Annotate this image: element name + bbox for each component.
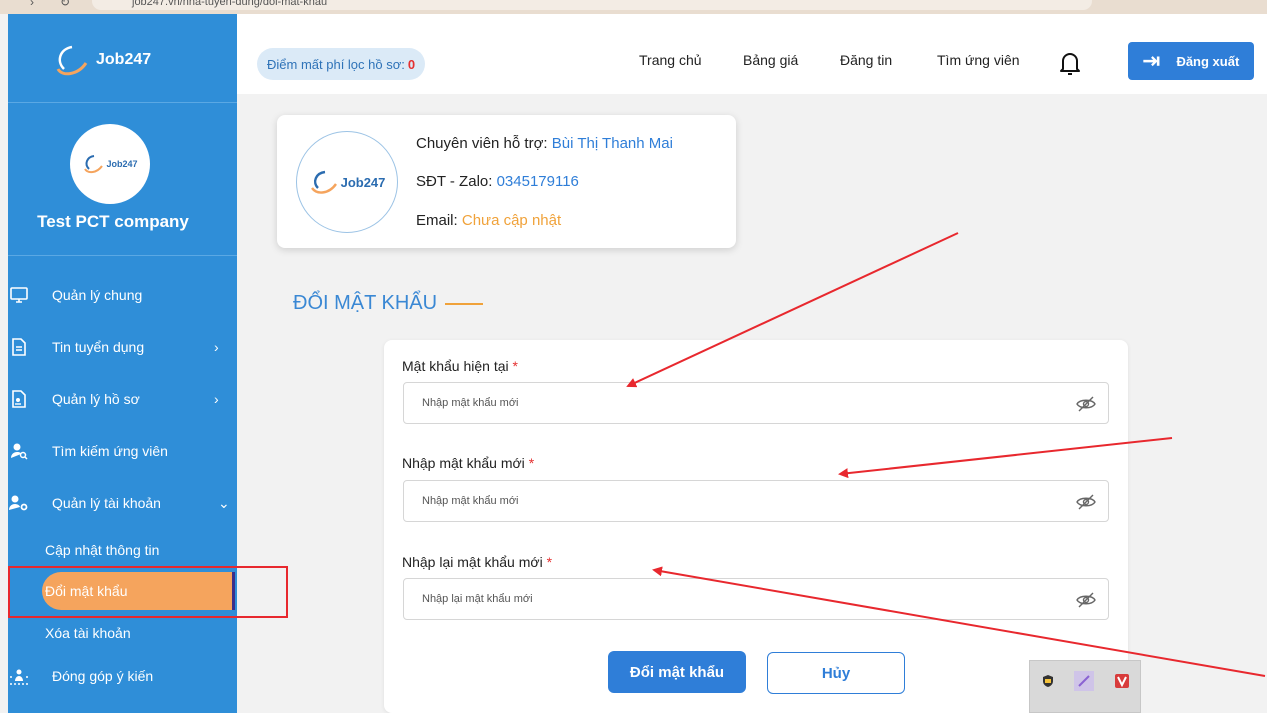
current-password-input[interactable]: Nhập mật khẩu mới bbox=[403, 382, 1109, 424]
divider bbox=[8, 255, 237, 256]
support-avatar: Job247 bbox=[296, 131, 398, 233]
confirm-password-input[interactable]: Nhập lại mật khẩu mới bbox=[403, 578, 1109, 620]
vivaldi-icon[interactable] bbox=[1112, 671, 1132, 691]
logo-swoosh-icon bbox=[84, 155, 104, 174]
divider bbox=[8, 102, 237, 103]
support-avatar-logo-text: Job247 bbox=[340, 174, 386, 190]
subitem-label: Xóa tài khoản bbox=[45, 625, 131, 641]
sidebar-subitem-delete-account[interactable]: Xóa tài khoản bbox=[45, 615, 237, 651]
page-title-text: ĐỔI MẬT KHẨU bbox=[293, 292, 438, 314]
input-placeholder: Nhập lại mật khẩu mới bbox=[422, 593, 533, 605]
annotation-highlight-box bbox=[8, 566, 288, 618]
logout-icon: ⇥ bbox=[1142, 48, 1161, 73]
sidebar-subitem-update-info[interactable]: Cập nhật thông tin bbox=[45, 532, 237, 568]
feather-icon[interactable] bbox=[1074, 671, 1094, 691]
nav-find-candidates[interactable]: Tìm ứng viên bbox=[937, 52, 1020, 68]
security-shield-icon[interactable] bbox=[1038, 671, 1058, 691]
address-bar[interactable]: job247.vn/nha-tuyen-dung/doi-mat-khau bbox=[92, 0, 1092, 10]
required-mark: * bbox=[528, 455, 535, 471]
resume-icon bbox=[8, 388, 30, 410]
sidebar-item-account[interactable]: Quản lý tài khoản ⌄ bbox=[8, 483, 237, 523]
browser-toolbar: › ↻ job247.vn/nha-tuyen-dung/doi-mat-kha… bbox=[0, 0, 1267, 14]
points-label: Điểm mất phí lọc hồ sơ: bbox=[267, 56, 405, 72]
phone-line: SĐT - Zalo: 0345179116 bbox=[416, 173, 579, 190]
new-password-label: Nhập mật khẩu mới * bbox=[402, 455, 534, 471]
page-title: ĐỔI MẬT KHẨU bbox=[293, 292, 484, 315]
sidebar-item-resumes[interactable]: Quản lý hồ sơ › bbox=[8, 379, 237, 419]
email-label: Email: bbox=[416, 212, 458, 229]
sidebar-item-feedback[interactable]: Đóng góp ý kiến bbox=[8, 656, 237, 696]
nav-home[interactable]: Trang chủ bbox=[639, 52, 702, 68]
specialist-name: Bùi Thị Thanh Mai bbox=[551, 135, 673, 152]
nav-pricing[interactable]: Bảng giá bbox=[743, 52, 798, 68]
confirm-password-label: Nhập lại mật khẩu mới * bbox=[402, 554, 552, 570]
company-avatar: Job247 bbox=[70, 124, 150, 204]
title-underline bbox=[445, 302, 484, 305]
specialist-line: Chuyên viên hỗ trợ: Bùi Thị Thanh Mai bbox=[416, 135, 673, 152]
support-card: Job247 Chuyên viên hỗ trợ: Bùi Thị Thanh… bbox=[277, 115, 736, 248]
avatar-logo-text: Job247 bbox=[106, 159, 138, 169]
eye-slash-icon[interactable] bbox=[1076, 591, 1096, 609]
company-name: Test PCT company bbox=[37, 212, 189, 231]
phone-label: SĐT - Zalo: bbox=[416, 173, 493, 190]
field-label-text: Nhập lại mật khẩu mới bbox=[402, 554, 543, 570]
nav-post-job[interactable]: Đăng tin bbox=[840, 52, 892, 68]
logo-text: Job247 bbox=[96, 51, 152, 68]
chevron-right-icon: › bbox=[214, 391, 219, 407]
logout-button[interactable]: ⇥ Đăng xuất bbox=[1128, 42, 1254, 80]
cancel-button[interactable]: Hủy bbox=[767, 652, 905, 694]
logo-swoosh-icon bbox=[310, 170, 337, 194]
sidebar-item-label: Tìm kiếm ứng viên bbox=[52, 443, 168, 459]
field-label-text: Nhập mật khẩu mới bbox=[402, 455, 525, 471]
field-label-text: Mật khẩu hiện tại bbox=[402, 358, 509, 374]
top-header: Điểm mất phí lọc hồ sơ: 0 Trang chủ Bảng… bbox=[237, 14, 1267, 94]
chevron-right-icon: › bbox=[214, 339, 219, 355]
input-placeholder: Nhập mật khẩu mới bbox=[422, 495, 519, 507]
monitor-icon bbox=[8, 284, 30, 306]
sidebar-item-overview[interactable]: Quản lý chung bbox=[8, 275, 237, 315]
system-tray-popup bbox=[1029, 660, 1141, 713]
sidebar-item-label: Đóng góp ý kiến bbox=[52, 668, 154, 684]
sidebar-item-search-candidates[interactable]: Tìm kiếm ứng viên bbox=[8, 431, 237, 471]
forward-icon[interactable]: › bbox=[30, 0, 34, 9]
points-badge: Điểm mất phí lọc hồ sơ: 0 bbox=[257, 48, 426, 80]
logout-label: Đăng xuất bbox=[1176, 53, 1240, 69]
reload-icon[interactable]: ↻ bbox=[60, 0, 70, 9]
sidebar-item-label: Quản lý tài khoản bbox=[52, 495, 161, 511]
required-mark: * bbox=[512, 358, 518, 374]
bell-icon[interactable] bbox=[1059, 50, 1081, 76]
specialist-label: Chuyên viên hỗ trợ: bbox=[416, 135, 548, 152]
user-gear-icon bbox=[8, 492, 30, 514]
email-line: Email: Chưa cập nhật bbox=[416, 212, 561, 229]
sidebar-item-jobs[interactable]: Tin tuyển dụng › bbox=[8, 327, 237, 367]
document-icon bbox=[8, 336, 30, 358]
input-placeholder: Nhập mật khẩu mới bbox=[422, 397, 519, 409]
feedback-icon bbox=[8, 665, 30, 687]
sidebar-item-label: Tin tuyển dụng bbox=[52, 339, 145, 355]
sidebar-item-label: Quản lý chung bbox=[52, 287, 143, 303]
eye-slash-icon[interactable] bbox=[1076, 493, 1096, 511]
current-password-label: Mật khẩu hiện tại * bbox=[402, 358, 518, 374]
chevron-down-icon: ⌄ bbox=[218, 494, 230, 511]
change-password-form: Mật khẩu hiện tại * Nhập mật khẩu mới Nh… bbox=[384, 340, 1128, 713]
required-mark: * bbox=[546, 554, 553, 570]
phone-value[interactable]: 0345179116 bbox=[497, 173, 579, 190]
sidebar-item-label: Quản lý hồ sơ bbox=[52, 391, 140, 407]
subitem-label: Cập nhật thông tin bbox=[45, 542, 160, 558]
email-value: Chưa cập nhật bbox=[461, 212, 562, 229]
change-password-button[interactable]: Đổi mật khẩu bbox=[608, 651, 746, 693]
sidebar-logo[interactable]: Job247 bbox=[52, 40, 151, 80]
new-password-input[interactable]: Nhập mật khẩu mới bbox=[403, 480, 1109, 522]
eye-slash-icon[interactable] bbox=[1076, 395, 1096, 413]
points-value: 0 bbox=[407, 56, 416, 72]
logo-swoosh-icon bbox=[56, 45, 88, 76]
user-search-icon bbox=[8, 440, 30, 462]
